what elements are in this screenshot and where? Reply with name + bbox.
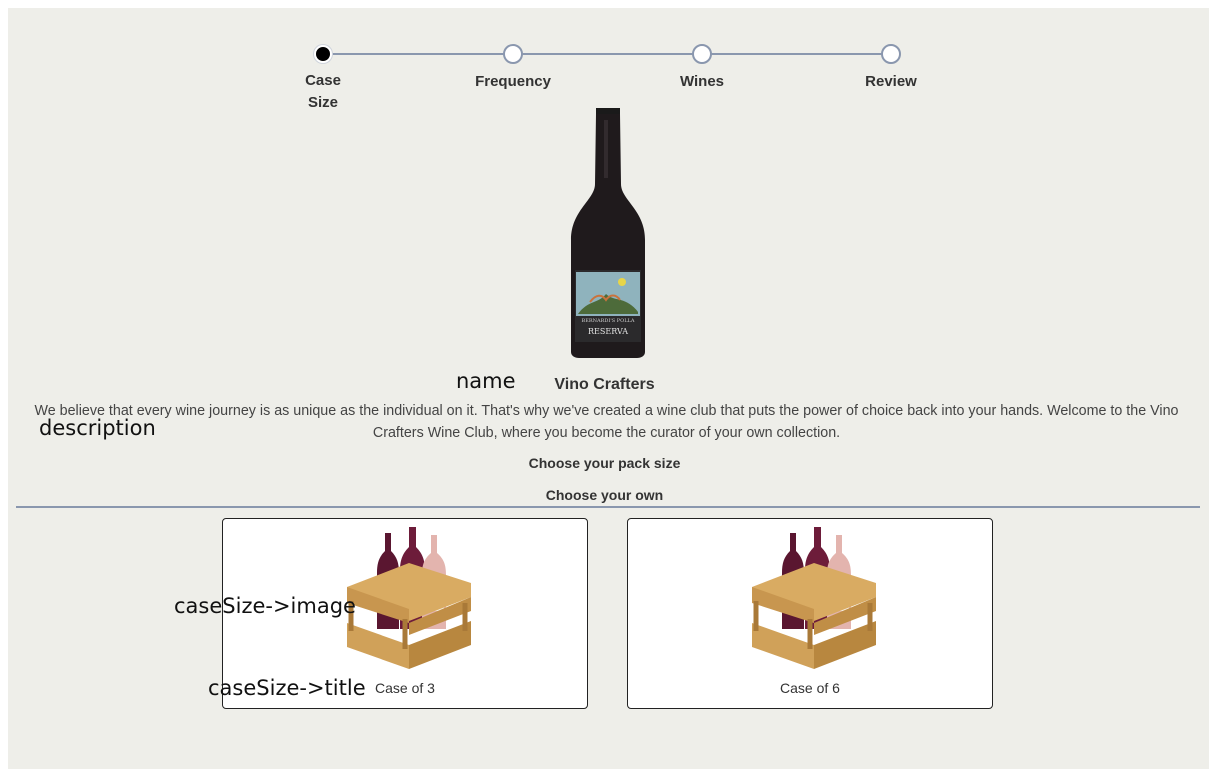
step-wines[interactable]: Wines (642, 44, 762, 93)
club-description: We believe that every wine journey is as… (34, 403, 1179, 441)
case-title: Case of 6 (780, 680, 840, 696)
wine-crate-icon (752, 527, 876, 669)
step-label: Review (865, 73, 917, 90)
step-label: Wines (679, 73, 725, 90)
step-label: Frequency (475, 73, 551, 90)
wine-bottle-image: BERNARDI'S POLLA RESERVA (571, 108, 645, 358)
step-dot (503, 44, 523, 64)
annotation-case-title: caseSize->title (208, 676, 366, 700)
club-name: Vino Crafters (554, 376, 655, 393)
annotation-case-image: caseSize->image (174, 594, 356, 618)
step-dot (692, 44, 712, 64)
step-case-size[interactable]: Case Size (263, 44, 383, 114)
step-frequency[interactable]: Frequency (453, 44, 573, 93)
step-label: Case Size (305, 72, 341, 111)
choose-own-heading: Choose your own (545, 487, 664, 503)
bottle-label-line1: BERNARDI'S POLLA (582, 318, 635, 324)
progress-stepper: Case Size Frequency Wines Review (0, 0, 1209, 120)
bottle-label-line2: RESERVA (588, 327, 628, 336)
step-review[interactable]: Review (831, 44, 951, 93)
pack-size-heading: Choose your pack size (528, 455, 681, 471)
section-divider (16, 506, 1200, 508)
step-dot (881, 44, 901, 64)
step-dot-active (314, 45, 332, 63)
case-option-6[interactable]: Case of 6 (627, 518, 993, 709)
wine-crate-icon (347, 527, 471, 669)
stepper-line (323, 53, 891, 55)
